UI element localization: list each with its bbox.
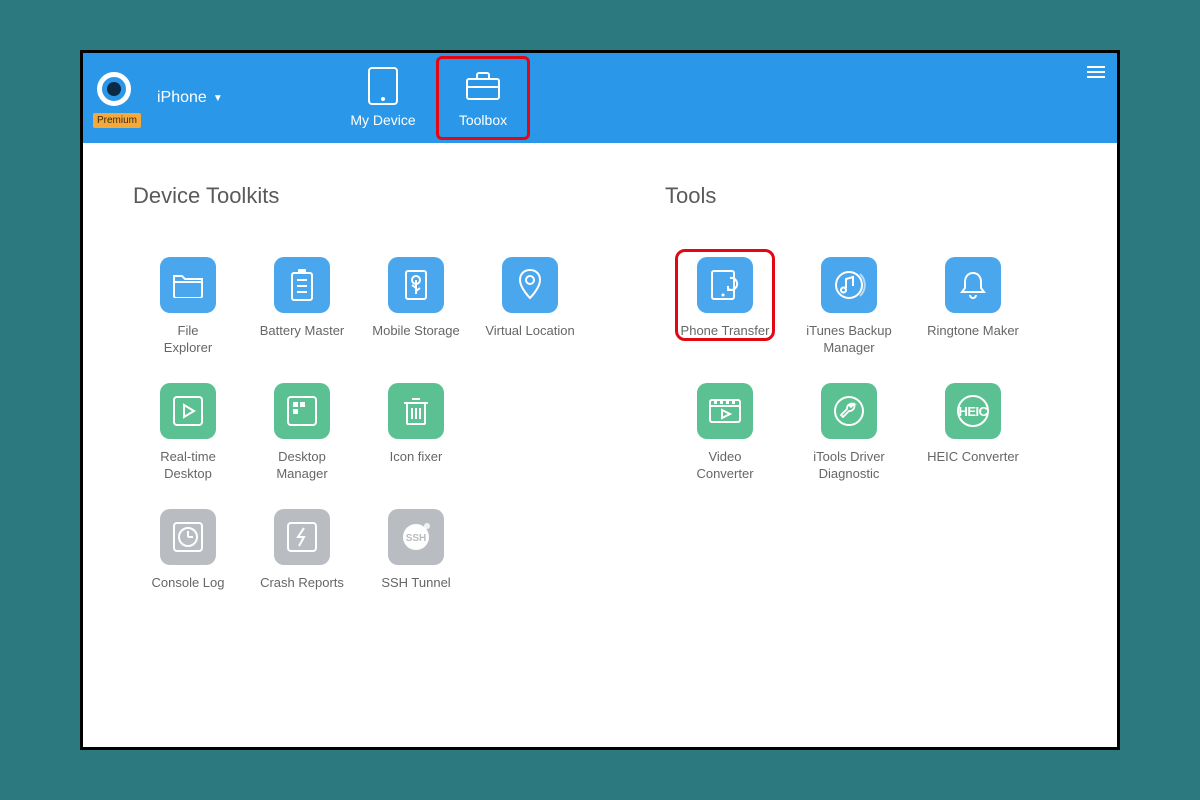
app-logo: Premium [97, 68, 147, 128]
device-toolkits-section: Device Toolkits File Explorer Battery Ma… [133, 183, 585, 727]
tile-label: Ringtone Maker [927, 323, 1019, 357]
hamburger-menu-icon[interactable] [1087, 63, 1105, 81]
location-icon [502, 257, 558, 313]
tile-file-explorer[interactable]: File Explorer [133, 253, 243, 361]
premium-badge: Premium [93, 113, 141, 128]
app-window: Premium iPhone ▼ My Device [80, 50, 1120, 750]
tile-label: iTools Driver Diagnostic [813, 449, 885, 483]
toolbox-icon [465, 68, 501, 104]
device-toolkits-grid: File Explorer Battery Master Mobile Stor… [133, 253, 585, 613]
header-tabs: My Device Toolbox [333, 53, 533, 143]
bolt-icon [274, 509, 330, 565]
tile-console-log[interactable]: Console Log [133, 505, 243, 613]
tile-label: Video Converter [696, 449, 753, 483]
svg-text:SSH: SSH [406, 533, 427, 544]
tile-ringtone-maker[interactable]: Ringtone Maker [913, 253, 1033, 361]
header: Premium iPhone ▼ My Device [83, 53, 1117, 143]
tile-label: Desktop Manager [276, 449, 327, 483]
grid-icon [274, 383, 330, 439]
heic-icon: HEIC [945, 383, 1001, 439]
tools-section: Tools Phone Transfer iTunes Backup Manag… [665, 183, 1033, 727]
tile-heic-converter[interactable]: HEIC HEIC Converter [913, 379, 1033, 487]
tile-label: Crash Reports [260, 575, 344, 609]
tile-realtime-desktop[interactable]: Real-time Desktop [133, 379, 243, 487]
tab-label: Toolbox [459, 112, 507, 128]
itunes-icon [821, 257, 877, 313]
tile-label: File Explorer [164, 323, 212, 357]
folder-icon [160, 257, 216, 313]
tile-label: Virtual Location [485, 323, 574, 357]
tab-label: My Device [350, 112, 415, 128]
tile-label: Phone Transfer [681, 323, 770, 357]
tile-label: Mobile Storage [372, 323, 459, 357]
ssh-icon: SSH [388, 509, 444, 565]
tile-ssh-tunnel[interactable]: SSH SSH Tunnel [361, 505, 471, 613]
tools-grid: Phone Transfer iTunes Backup Manager Rin… [665, 253, 1033, 487]
tile-label: SSH Tunnel [381, 575, 450, 609]
tile-battery-master[interactable]: Battery Master [247, 253, 357, 361]
tile-video-converter[interactable]: Video Converter [665, 379, 785, 487]
clock-icon [160, 509, 216, 565]
tile-phone-transfer[interactable]: Phone Transfer [665, 253, 785, 361]
tab-toolbox[interactable]: Toolbox [433, 53, 533, 143]
tile-virtual-location[interactable]: Virtual Location [475, 253, 585, 361]
battery-icon [274, 257, 330, 313]
tile-itunes-backup[interactable]: iTunes Backup Manager [789, 253, 909, 361]
tab-my-device[interactable]: My Device [333, 53, 433, 143]
device-selector[interactable]: iPhone ▼ [157, 89, 223, 107]
chevron-down-icon: ▼ [213, 93, 223, 104]
trash-icon [388, 383, 444, 439]
section-title: Device Toolkits [133, 183, 585, 209]
tile-icon-fixer[interactable]: Icon fixer [361, 379, 471, 487]
heic-text: HEIC [958, 404, 987, 419]
tile-label: Icon fixer [390, 449, 443, 483]
tile-label: Battery Master [260, 323, 345, 357]
tile-label: iTunes Backup Manager [806, 323, 892, 357]
tile-crash-reports[interactable]: Crash Reports [247, 505, 357, 613]
section-title: Tools [665, 183, 1033, 209]
wrench-icon [821, 383, 877, 439]
tile-label: HEIC Converter [927, 449, 1019, 483]
tablet-icon [365, 68, 401, 104]
content-area: Device Toolkits File Explorer Battery Ma… [83, 143, 1117, 747]
play-icon [160, 383, 216, 439]
tile-label: Console Log [152, 575, 225, 609]
usb-icon [388, 257, 444, 313]
tile-desktop-manager[interactable]: Desktop Manager [247, 379, 357, 487]
bell-icon [945, 257, 1001, 313]
tile-mobile-storage[interactable]: Mobile Storage [361, 253, 471, 361]
device-name: iPhone [157, 89, 207, 107]
tile-label: Real-time Desktop [160, 449, 216, 483]
video-icon [697, 383, 753, 439]
brand-area: Premium iPhone ▼ [83, 53, 313, 143]
phone-transfer-icon [697, 257, 753, 313]
tile-driver-diagnostic[interactable]: iTools Driver Diagnostic [789, 379, 909, 487]
